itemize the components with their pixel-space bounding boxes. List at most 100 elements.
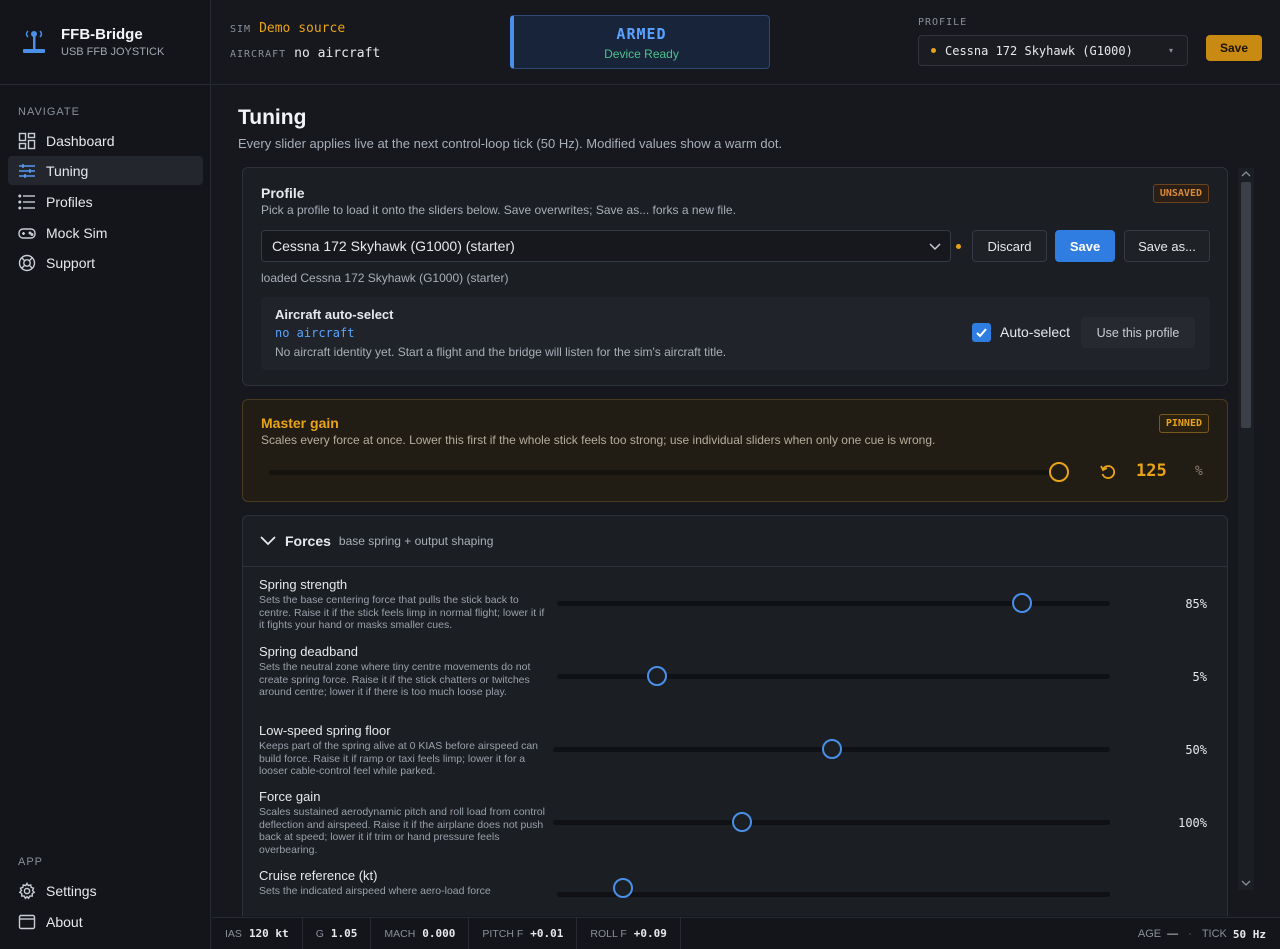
sliders-icon [18, 162, 36, 180]
auto-select-aircraft: no aircraft [275, 326, 355, 340]
modified-dot [956, 244, 961, 249]
status-pitch-f: PITCH F +0.01 [469, 917, 578, 949]
profile-card-desc: Pick a profile to load it onto the slide… [261, 203, 736, 217]
profile-select[interactable]: Cessna 172 Skyhawk (G1000) (starter) [261, 230, 951, 262]
sim-status: SIM Demo source [230, 21, 345, 36]
use-this-profile-button[interactable]: Use this profile [1081, 317, 1195, 348]
app-heading: APP [18, 856, 44, 868]
status-g: G 1.05 [303, 917, 372, 949]
status-value: +0.09 [633, 927, 667, 940]
row-value: 5% [1192, 670, 1207, 684]
page-title: Tuning [238, 106, 307, 129]
age-label: AGE [1137, 928, 1162, 940]
forces-subtitle: base spring + output shaping [338, 534, 494, 548]
forces-card: Forces base spring + output shaping Spri… [242, 515, 1228, 916]
status-ias: IAS 120 kt [212, 917, 303, 949]
sidebar-item-label: Dashboard [46, 132, 115, 149]
row-desc: Sets the neutral zone where tiny centre … [259, 661, 531, 698]
slider-row-spring-deadband: Spring deadband Sets the neutral zone wh… [259, 644, 1211, 699]
app-subtitle: USB FFB JOYSTICK [61, 46, 165, 58]
status-label: ROLL F [590, 927, 627, 940]
forces-header[interactable]: Forces base spring + output shaping [243, 516, 1227, 567]
profile-label: PROFILE [918, 17, 968, 28]
top-save-button[interactable]: Save [1206, 35, 1262, 61]
slider-row-low-speed-spring-floor: Low-speed spring floor Keeps part of the… [259, 723, 1211, 778]
auto-select-checkbox[interactable] [972, 323, 991, 342]
master-gain-knob[interactable] [1049, 462, 1069, 482]
row-value: 85% [1185, 597, 1207, 611]
slider-row-spring-strength: Spring strength Sets the base centering … [259, 577, 1211, 632]
sidebar-item-profiles[interactable]: Profiles [8, 187, 203, 216]
top-profile-value: Cessna 172 Skyhawk (G1000) [945, 43, 1133, 58]
sidebar-item-settings[interactable]: Settings [8, 876, 203, 905]
chevron-down-icon [260, 536, 276, 546]
sidebar-item-label: Support [46, 254, 96, 271]
status-label: G [315, 927, 324, 940]
sidebar-item-label: Profiles [46, 193, 93, 210]
slider-row-cruise-reference: Cruise reference (kt) Sets the indicated… [259, 868, 1211, 898]
status-label: MACH [384, 927, 416, 940]
row-title: Spring deadband [259, 644, 359, 659]
device-ready-text: Device Ready [604, 47, 679, 61]
armed-status-panel: ARMED Device Ready [510, 15, 770, 69]
auto-select-title: Aircraft auto-select [275, 307, 394, 322]
gear-icon [18, 881, 36, 900]
status-bar: IAS 120 kt G 1.05 MACH 0.000 PITCH F +0.01 R… [212, 917, 1280, 949]
page-subtitle: Every slider applies live at the next co… [238, 136, 783, 151]
main-content: Tuning Every slider applies live at the … [212, 86, 1280, 916]
slider-knob[interactable] [821, 739, 842, 759]
scroll-down-icon[interactable] [1241, 879, 1251, 887]
slider-track[interactable] [557, 674, 1110, 679]
auto-select-label: Auto-select [1000, 324, 1071, 340]
joystick-logo-icon [23, 30, 45, 53]
aircraft-value: no aircraft [294, 46, 381, 61]
unsaved-badge: UNSAVED [1152, 184, 1209, 203]
save-button[interactable]: Save [1055, 230, 1115, 262]
discard-button[interactable]: Discard [972, 230, 1047, 262]
dashboard-icon [18, 132, 36, 150]
status-value: 0.000 [422, 927, 456, 940]
sidebar-item-mock-sim[interactable]: Mock Sim [8, 218, 203, 247]
sidebar-item-dashboard[interactable]: Dashboard [8, 126, 203, 155]
sidebar-item-about[interactable]: About [8, 907, 203, 936]
master-gain-value: 125 [1136, 461, 1167, 481]
slider-knob[interactable] [1011, 593, 1032, 613]
sim-value: Demo source [259, 21, 346, 36]
sidebar-item-support[interactable]: Support [8, 248, 203, 277]
save-as-button[interactable]: Save as... [1124, 230, 1210, 262]
app-name: FFB-Bridge [61, 26, 143, 43]
top-bar: SIM Demo source AIRCRAFT no aircraft ARM… [212, 0, 1280, 85]
chevron-down-icon [929, 243, 941, 251]
sidebar-item-tuning[interactable]: Tuning [8, 156, 203, 185]
loaded-text: loaded Cessna 172 Skyhawk (G1000) (start… [261, 271, 509, 285]
forces-title: Forces [285, 533, 331, 549]
tick-value: 50 Hz [1232, 927, 1266, 941]
top-profile-select[interactable]: Cessna 172 Skyhawk (G1000) ▾ [918, 35, 1188, 66]
profile-select-value: Cessna 172 Skyhawk (G1000) (starter) [272, 238, 515, 254]
row-title: Cruise reference (kt) [259, 868, 378, 883]
check-icon [976, 328, 987, 338]
slider-knob[interactable] [646, 666, 667, 686]
status-value: 1.05 [330, 927, 358, 940]
sidebar-item-label: About [46, 913, 83, 930]
master-gain-track[interactable] [269, 470, 1059, 475]
scrollbar[interactable] [1238, 168, 1254, 890]
auto-select-desc: No aircraft identity yet. Start a flight… [275, 345, 727, 359]
slider-knob[interactable] [732, 812, 753, 832]
aircraft-label: AIRCRAFT [230, 49, 287, 60]
pinned-badge: PINNED [1158, 414, 1209, 433]
row-desc: Sets the indicated airspeed where aero-l… [259, 885, 491, 897]
slider-track[interactable] [553, 820, 1110, 825]
status-value: 120 kt [248, 927, 289, 940]
row-value: 100% [1178, 816, 1207, 830]
status-label: PITCH F [482, 927, 524, 940]
scrollbar-thumb[interactable] [1241, 182, 1251, 428]
master-gain-unit: % [1195, 464, 1203, 479]
separator-dot: · [1188, 928, 1192, 940]
row-value: 50% [1185, 743, 1207, 757]
list-icon [18, 193, 36, 211]
age-value: — [1167, 928, 1179, 940]
scroll-up-icon[interactable] [1241, 170, 1251, 178]
reset-icon[interactable] [1099, 463, 1117, 481]
slider-track[interactable] [557, 892, 1110, 897]
